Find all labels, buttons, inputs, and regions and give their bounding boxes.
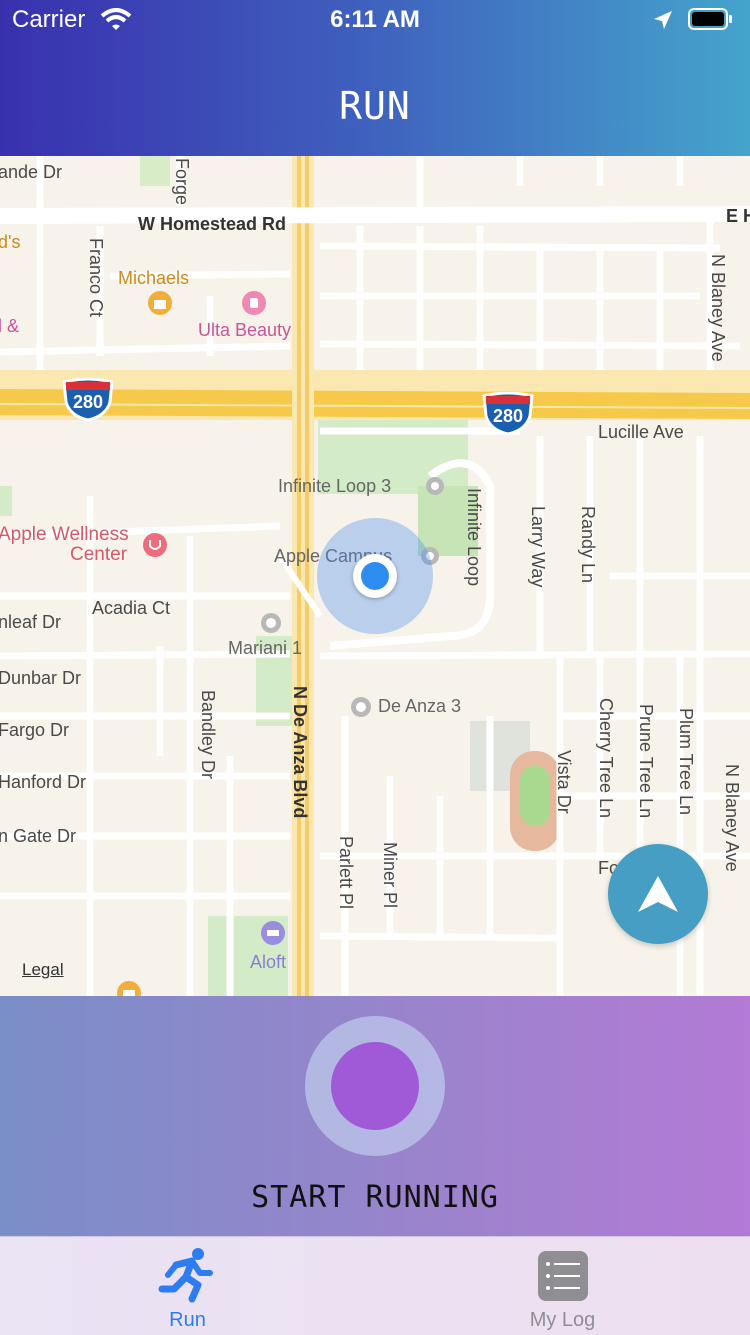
- street-label-acadia: Acadia Ct: [92, 598, 171, 618]
- tab-bar: Run My Log: [0, 1236, 750, 1335]
- battery-icon: [688, 8, 732, 30]
- shield-number: 280: [72, 392, 104, 412]
- street-label-fargo: Fargo Dr: [0, 720, 70, 740]
- start-running-button[interactable]: [305, 1016, 445, 1156]
- street-label-blaney-n: N Blaney Ave: [708, 254, 728, 362]
- street-label-forge: Forge: [172, 158, 192, 206]
- start-button-core[interactable]: [331, 1042, 419, 1130]
- shopping-bag-icon[interactable]: [147, 290, 173, 316]
- street-label-e-h: E H: [726, 206, 750, 226]
- shopping-bag-icon[interactable]: [116, 980, 142, 996]
- street-label-parlett: Parlett Pl: [336, 836, 356, 910]
- poi-label-mariani[interactable]: Mariani 1: [228, 638, 302, 659]
- runner-icon: [158, 1248, 213, 1303]
- beauty-icon[interactable]: [241, 290, 267, 316]
- map-view[interactable]: ande Dr Forge W Homestead Rd E H d's Fra…: [0, 156, 750, 996]
- street-label-hanford: Hanford Dr: [0, 772, 87, 792]
- tab-my-log-label: My Log: [529, 1309, 596, 1331]
- street-label-leaf: nleaf Dr: [0, 612, 62, 632]
- poi-label-ulta[interactable]: Ulta Beauty: [198, 320, 291, 341]
- shield-number: 280: [492, 406, 524, 426]
- hotel-icon[interactable]: [260, 920, 286, 946]
- tab-my-log[interactable]: My Log: [375, 1237, 750, 1335]
- status-time: 6:11 AM: [330, 6, 420, 33]
- tab-run-label: Run: [169, 1309, 206, 1331]
- street-label-franco: Franco Ct: [86, 238, 106, 318]
- poi-label-apple-wellness-2[interactable]: Center: [70, 544, 127, 566]
- medical-icon[interactable]: [142, 532, 168, 558]
- page-title: RUN: [339, 84, 411, 128]
- poi-label-l-amp: l &: [0, 316, 20, 336]
- status-bar: Carrier 6:11 AM: [0, 0, 750, 40]
- poi-label-ds: d's: [0, 232, 21, 252]
- location-arrow-icon: [654, 11, 672, 29]
- street-label-prune: Prune Tree Ln: [636, 704, 656, 819]
- street-label-plum: Plum Tree Ln: [676, 708, 696, 816]
- building-pin-icon[interactable]: [350, 696, 372, 718]
- street-label-miner: Miner Pl: [380, 842, 400, 909]
- interstate-shield-east: 280: [480, 392, 536, 436]
- user-location-dot[interactable]: [353, 554, 397, 598]
- list-icon: [538, 1251, 588, 1301]
- building-pin-icon[interactable]: [425, 476, 445, 496]
- street-label-bandley: Bandley Dr: [198, 690, 218, 780]
- street-label-larry: Larry Way: [528, 506, 548, 588]
- tab-run[interactable]: Run: [0, 1237, 375, 1335]
- interstate-shield-west: 280: [60, 378, 116, 422]
- street-label-infinite-loop: Infinite Loop: [464, 488, 484, 587]
- recenter-button[interactable]: [608, 844, 708, 944]
- poi-label-infinite-loop-3[interactable]: Infinite Loop 3: [278, 476, 391, 497]
- street-label-gate: n Gate Dr: [0, 826, 77, 846]
- legal-link[interactable]: Legal: [22, 960, 64, 980]
- run-panel: START RUNNING: [0, 996, 750, 1236]
- poi-label-apple-wellness[interactable]: Apple Wellness: [0, 524, 129, 546]
- street-label-cherry: Cherry Tree Ln: [596, 698, 616, 819]
- poi-label-michaels[interactable]: Michaels: [118, 268, 189, 289]
- street-label-vista: Vista Dr: [554, 750, 574, 814]
- poi-label-aloft[interactable]: Aloft: [250, 952, 286, 973]
- street-label-randy: Randy Ln: [578, 506, 598, 584]
- street-label-blaney-s: N Blaney Ave: [722, 764, 742, 872]
- poi-label-de-anza-3[interactable]: De Anza 3: [378, 696, 461, 717]
- street-label-lucille: Lucille Ave: [598, 422, 684, 442]
- header: Carrier 6:11 AM RUN: [0, 0, 750, 156]
- street-label-dunbar: Dunbar Dr: [0, 668, 82, 688]
- street-label-homestead: W Homestead Rd: [138, 214, 287, 234]
- start-running-label: START RUNNING: [251, 1180, 499, 1215]
- street-label-de-anza: N De Anza Blvd: [290, 686, 310, 819]
- building-pin-icon[interactable]: [260, 612, 282, 634]
- navigation-arrow-icon: [638, 876, 678, 912]
- street-label-ande: ande Dr: [0, 162, 63, 182]
